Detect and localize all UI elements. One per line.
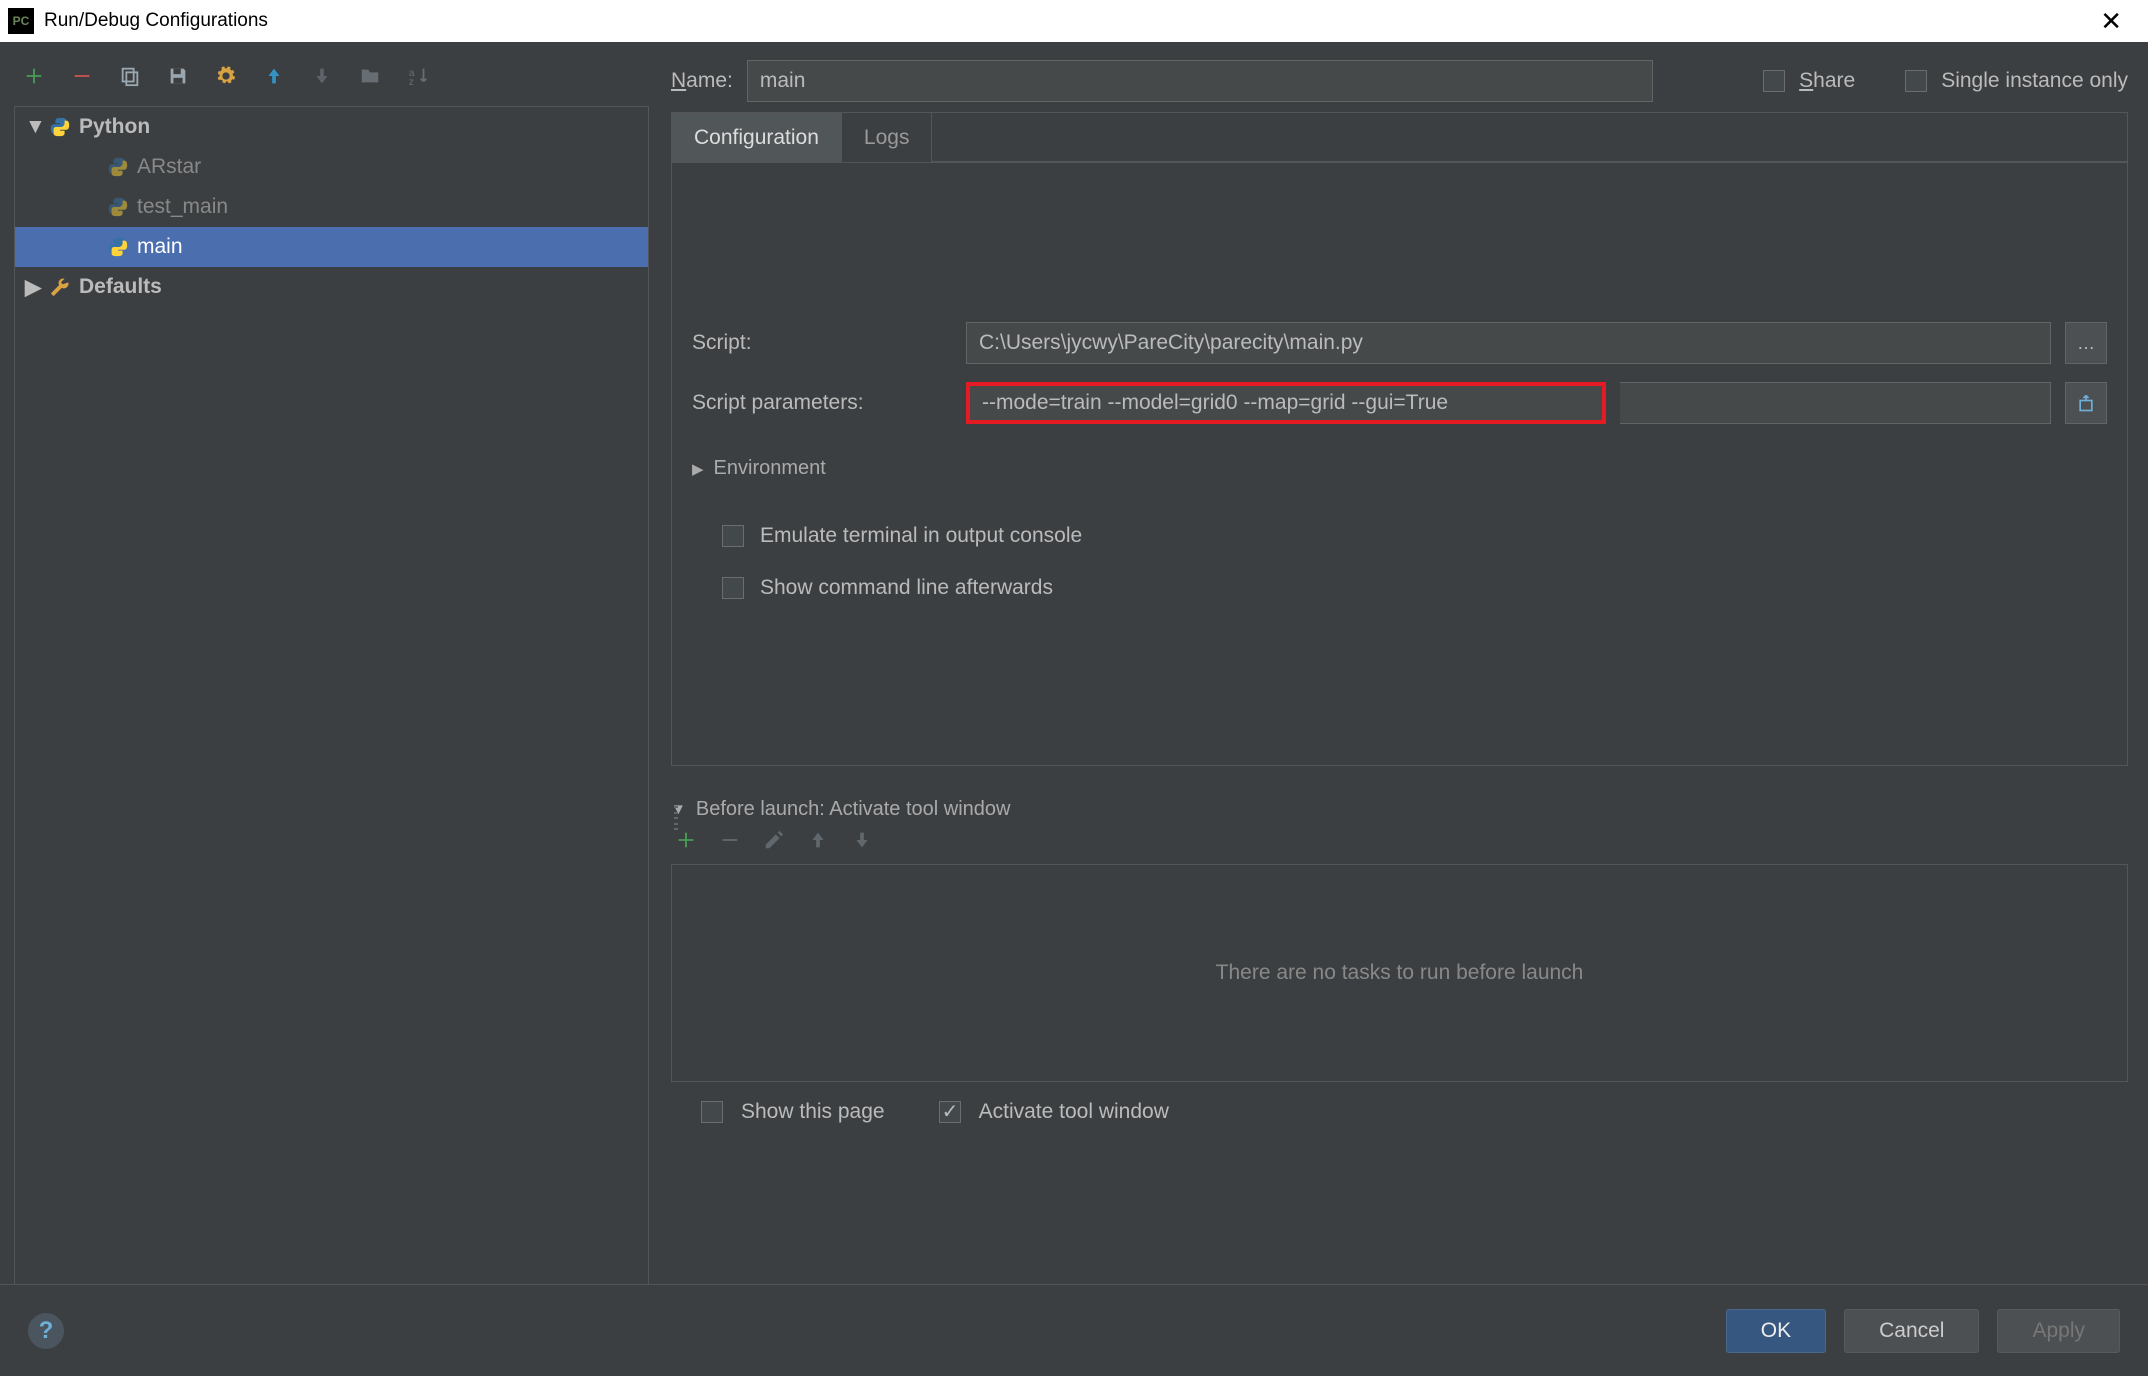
single-instance-checkbox[interactable] [1905, 70, 1927, 92]
tree-node-testmain[interactable]: test_main [15, 187, 648, 227]
tree-node-label: test_main [137, 195, 228, 219]
activate-tool-window-checkbox[interactable] [939, 1101, 961, 1123]
copy-config-button[interactable] [116, 62, 144, 90]
titlebar: Run/Debug Configurations ✕ [0, 0, 2148, 42]
remove-config-button[interactable] [68, 62, 96, 90]
environment-section[interactable]: ▶ Environment [692, 457, 2107, 480]
tree-node-label: main [137, 235, 183, 259]
move-up-button[interactable] [260, 62, 288, 90]
add-task-button[interactable] [675, 829, 697, 856]
task-up-button[interactable] [807, 829, 829, 856]
tab-bar: Configuration Logs [671, 112, 2128, 162]
emulate-terminal-label: Emulate terminal in output console [760, 524, 1082, 548]
svg-text:z: z [409, 77, 414, 87]
activate-tool-window-label: Activate tool window [979, 1100, 1169, 1124]
task-down-button[interactable] [851, 829, 873, 856]
remove-task-button[interactable] [719, 829, 741, 856]
tree-node-label: Python [79, 115, 150, 139]
share-checkbox[interactable] [1763, 70, 1785, 92]
tree-node-main[interactable]: main [15, 227, 648, 267]
share-label: Share [1799, 69, 1855, 93]
before-launch-empty-text: There are no tasks to run before launch [1216, 961, 1584, 985]
edit-task-button[interactable] [763, 829, 785, 856]
script-params-input-ext[interactable] [1620, 382, 2051, 424]
before-launch-list[interactable]: There are no tasks to run before launch [671, 864, 2128, 1082]
tree-node-label: Defaults [79, 275, 162, 299]
apply-button[interactable]: Apply [1997, 1309, 2120, 1353]
python-icon [107, 236, 129, 258]
show-cmdline-checkbox[interactable] [722, 577, 744, 599]
emulate-terminal-checkbox[interactable] [722, 525, 744, 547]
chevron-right-icon: ▶ [692, 460, 704, 478]
ok-button[interactable]: OK [1726, 1309, 1826, 1353]
script-params-input[interactable] [966, 382, 1606, 424]
help-button[interactable]: ? [28, 1313, 64, 1349]
tree-node-arstar[interactable]: ARstar [15, 147, 648, 187]
before-launch-toolbar [671, 821, 2128, 864]
environment-label: Environment [714, 457, 826, 480]
show-this-page-label: Show this page [741, 1100, 885, 1124]
add-config-button[interactable] [20, 62, 48, 90]
name-label: Name: [671, 69, 733, 93]
show-cmdline-label: Show command line afterwards [760, 576, 1053, 600]
app-icon [8, 8, 34, 34]
cancel-button[interactable]: Cancel [1844, 1309, 1979, 1353]
save-config-button[interactable] [164, 62, 192, 90]
splitter-gripper[interactable] [672, 803, 682, 833]
tab-logs[interactable]: Logs [842, 113, 933, 162]
single-instance-label: Single instance only [1941, 69, 2128, 93]
show-this-page-checkbox[interactable] [701, 1101, 723, 1123]
script-input[interactable] [966, 322, 2051, 364]
tree-node-defaults[interactable]: ▶ Defaults [15, 267, 648, 307]
sort-button[interactable]: az [404, 62, 432, 90]
config-toolbar: az [14, 56, 649, 106]
python-icon [107, 196, 129, 218]
wrench-icon [49, 276, 71, 298]
tab-configuration[interactable]: Configuration [672, 113, 842, 162]
before-launch-label: Before launch: Activate tool window [696, 798, 1011, 821]
python-icon [107, 156, 129, 178]
edit-defaults-button[interactable] [212, 62, 240, 90]
dialog-footer: ? OK Cancel Apply [0, 1284, 2148, 1376]
python-icon [49, 116, 71, 138]
window-close-button[interactable]: ✕ [2082, 4, 2140, 38]
folder-button[interactable] [356, 62, 384, 90]
tree-node-label: ARstar [137, 155, 201, 179]
name-input[interactable] [747, 60, 1653, 102]
window-title: Run/Debug Configurations [44, 10, 2082, 32]
browse-script-button[interactable]: … [2065, 322, 2107, 364]
script-label: Script: [692, 331, 952, 355]
expand-params-button[interactable] [2065, 382, 2107, 424]
config-tree[interactable]: ▼ Python ARstar test_main [14, 106, 649, 1362]
move-down-button[interactable] [308, 62, 336, 90]
before-launch-section[interactable]: ▼ Before launch: Activate tool window [671, 798, 2128, 821]
tree-node-python[interactable]: ▼ Python [15, 107, 648, 147]
script-params-label: Script parameters: [692, 391, 952, 415]
